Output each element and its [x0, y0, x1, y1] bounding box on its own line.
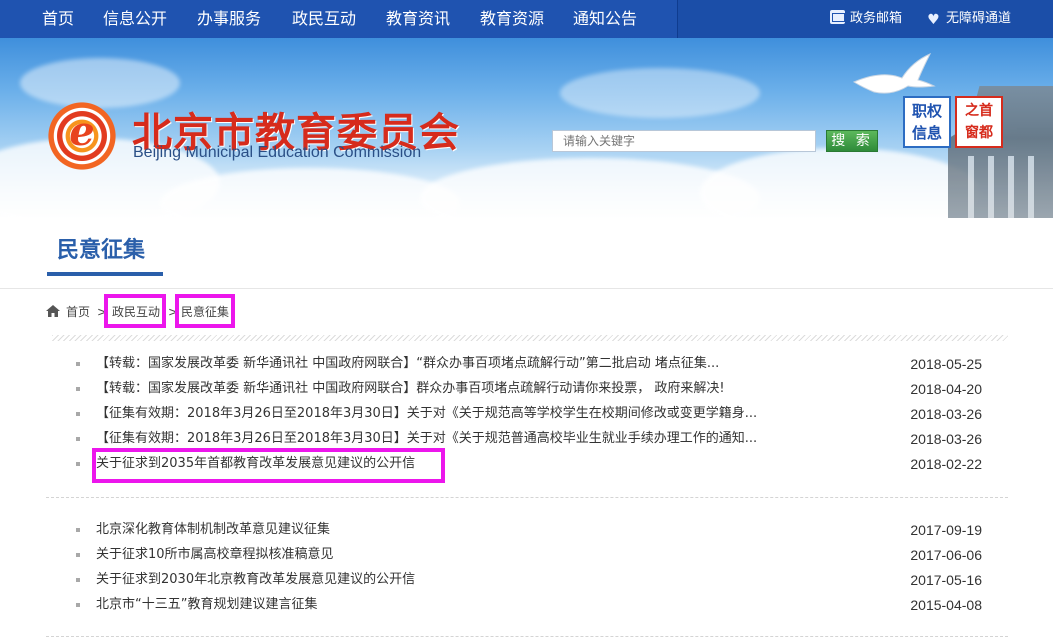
- section-title-underline: [47, 272, 163, 276]
- highlight-box: [104, 294, 166, 328]
- bullet-icon: [76, 553, 80, 557]
- list-item-date: 2017-06-06: [910, 547, 982, 563]
- list-item-date: 2015-04-08: [910, 597, 982, 613]
- site-subtitle: Beijing Municipal Education Commission: [133, 144, 422, 161]
- nav-item-interaction[interactable]: 政民互动: [292, 0, 356, 38]
- list-item-title[interactable]: 【征集有效期：2018年3月26日至2018年3月30日】关于对《关于规范高等学…: [96, 402, 757, 426]
- list-item-date: 2018-03-26: [910, 406, 982, 422]
- breadcrumb-home[interactable]: 首页: [66, 302, 90, 322]
- nav-item-home[interactable]: 首页: [42, 0, 74, 38]
- list-item-title[interactable]: 【转载：国家发展改革委 新华通讯社 中国政府网联合】群众办事百项堵点疏解行动请你…: [96, 377, 725, 401]
- list-item-date: 2018-03-26: [910, 431, 982, 447]
- list-item-title[interactable]: 关于征求到2030年北京教育改革发展意见建议的公开信: [96, 568, 415, 592]
- capital-window-line2: 窗都: [965, 125, 993, 141]
- top-navigation: 首页 信息公开 办事服务 政民互动 教育资讯 教育资源 通知公告 政务邮箱 ♥ 无…: [0, 0, 1053, 38]
- nav-item-notices[interactable]: 通知公告: [573, 0, 637, 38]
- section-title: 民意征集: [57, 238, 146, 263]
- list-item-title[interactable]: 北京深化教育体制机制改革意见建议征集: [96, 518, 330, 542]
- list-item-date: 2018-05-25: [910, 356, 982, 372]
- gov-mail-label: 政务邮箱: [850, 11, 903, 26]
- heart-icon: ♥: [927, 12, 940, 28]
- home-icon: [46, 305, 60, 317]
- cloud-decoration: [700, 148, 980, 218]
- logo-letter-icon: e: [69, 108, 95, 155]
- list-item-date: 2017-05-16: [910, 572, 982, 588]
- highlight-box: [92, 448, 445, 483]
- list-item[interactable]: 北京深化教育体制机制改革意见建议征集 2017-09-19: [76, 518, 982, 542]
- bullet-icon: [76, 603, 80, 607]
- capital-window-badge[interactable]: 之首 窗都: [955, 96, 1003, 148]
- bullet-icon: [76, 578, 80, 582]
- search-button[interactable]: 搜 索: [826, 130, 878, 152]
- bullet-icon: [76, 412, 80, 416]
- list-item-title[interactable]: 【转载：国家发展改革委 新华通讯社 中国政府网联合】“群众办事百项堵点疏解行动”…: [96, 352, 719, 376]
- divider: [46, 636, 1008, 637]
- nav-item-news[interactable]: 教育资讯: [386, 0, 450, 38]
- mail-icon: [830, 10, 845, 24]
- highlight-box: [175, 294, 235, 328]
- nav-item-info-disclosure[interactable]: 信息公开: [103, 0, 167, 38]
- list-item[interactable]: 【转载：国家发展改革委 新华通讯社 中国政府网联合】“群众办事百项堵点疏解行动”…: [76, 352, 982, 376]
- cloud-decoration: [560, 68, 760, 118]
- search-input[interactable]: [552, 130, 816, 152]
- bullet-icon: [76, 462, 80, 466]
- list-item-title[interactable]: 北京市“十三五”教育规划建议建言征集: [96, 593, 317, 617]
- accessibility-link[interactable]: ♥ 无障碍通道: [926, 0, 1011, 38]
- list-item-date: 2018-02-22: [910, 456, 982, 472]
- authority-info-line1: 职权: [911, 102, 942, 120]
- list-item-date: 2017-09-19: [910, 522, 982, 538]
- authority-info-line2: 信息: [911, 124, 942, 142]
- dove-icon: [852, 52, 936, 94]
- bullet-icon: [76, 387, 80, 391]
- nav-item-resources[interactable]: 教育资源: [480, 0, 544, 38]
- list-item[interactable]: 【转载：国家发展改革委 新华通讯社 中国政府网联合】群众办事百项堵点疏解行动请你…: [76, 377, 982, 401]
- header-banner: e 北京市教育委员会 Beijing Municipal Education C…: [0, 38, 1053, 218]
- list-item[interactable]: 北京市“十三五”教育规划建议建言征集 2015-04-08: [76, 593, 982, 617]
- list-item-title[interactable]: 关于征求10所市属高校章程拟核准稿意见: [96, 543, 334, 567]
- bullet-icon: [76, 362, 80, 366]
- bullet-icon: [76, 437, 80, 441]
- accessibility-label: 无障碍通道: [946, 11, 1012, 26]
- gov-mail-link[interactable]: 政务邮箱: [830, 0, 902, 38]
- capital-window-line1: 之首: [965, 103, 993, 119]
- authority-info-badge[interactable]: 职权 信息: [903, 96, 951, 148]
- list-item[interactable]: 【征集有效期：2018年3月26日至2018年3月30日】关于对《关于规范高等学…: [76, 402, 982, 426]
- list-item-date: 2018-04-20: [910, 381, 982, 397]
- list-item[interactable]: 关于征求10所市属高校章程拟核准稿意见 2017-06-06: [76, 543, 982, 567]
- divider: [0, 288, 1053, 289]
- bullet-icon: [76, 528, 80, 532]
- divider: [52, 335, 1008, 341]
- divider: [46, 497, 1008, 498]
- list-item[interactable]: 关于征求到2030年北京教育改革发展意见建议的公开信 2017-05-16: [76, 568, 982, 592]
- nav-item-services[interactable]: 办事服务: [197, 0, 261, 38]
